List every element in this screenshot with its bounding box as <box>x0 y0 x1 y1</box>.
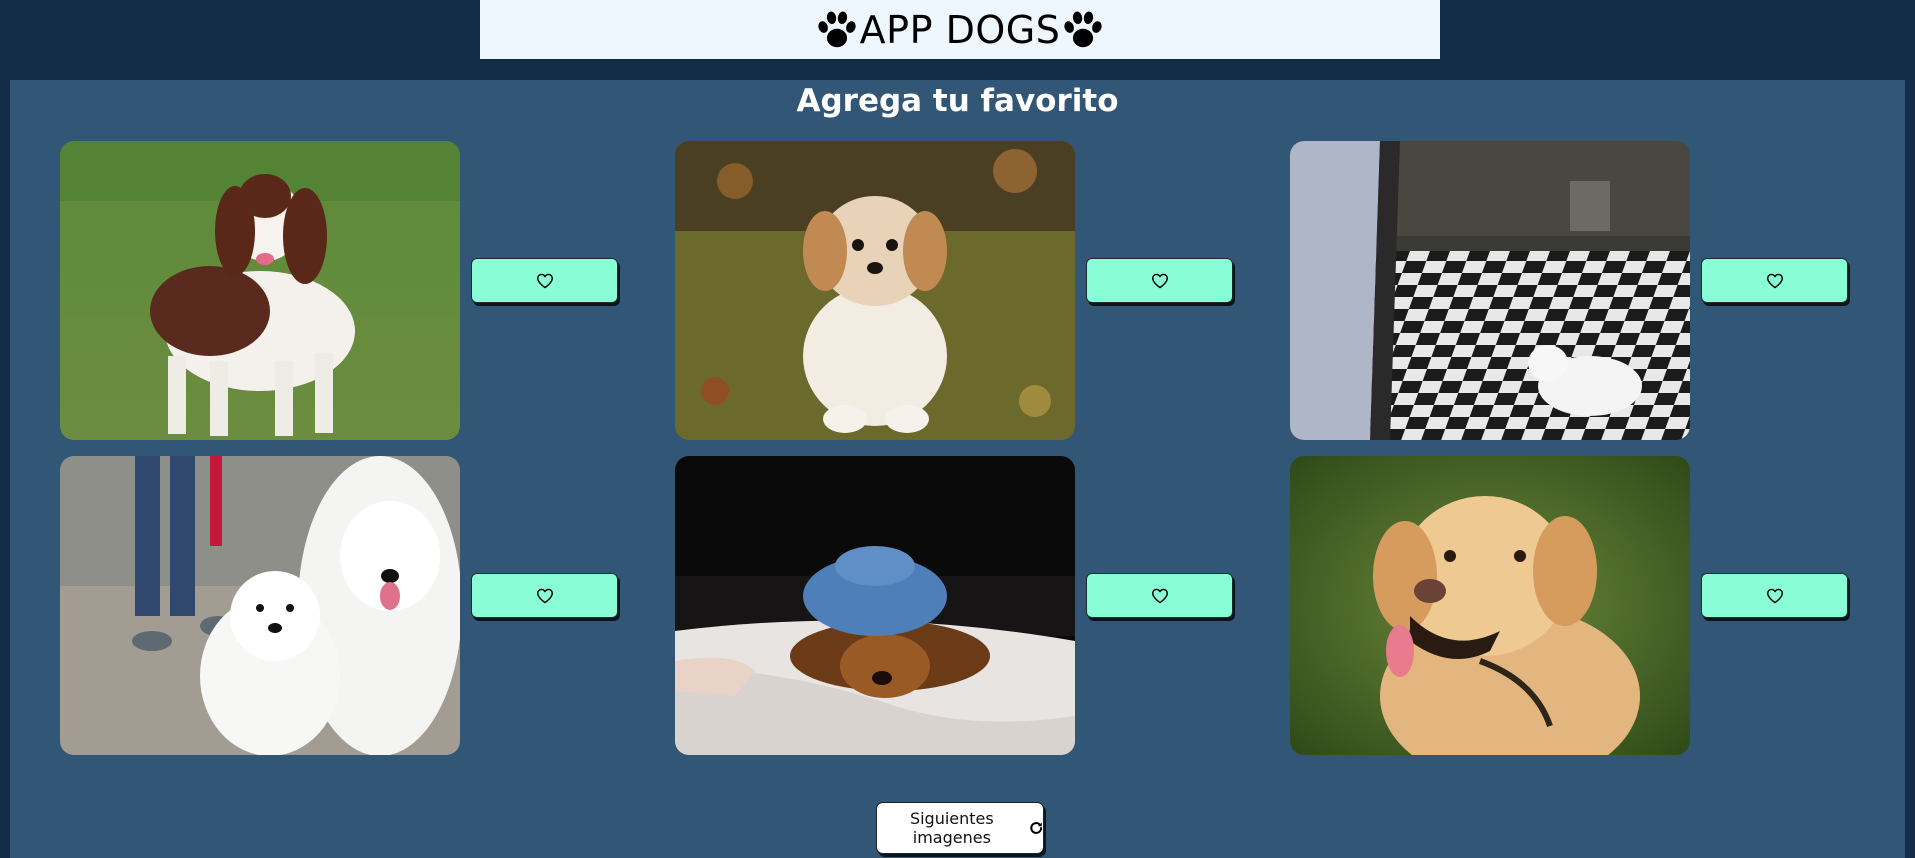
next-images-button[interactable]: Siguientes imagenes <box>876 802 1044 854</box>
heart-icon <box>536 273 554 289</box>
app-header: APP DOGS <box>480 0 1440 59</box>
app-title: APP DOGS <box>816 7 1105 52</box>
dog-image-samoyeds <box>60 456 460 755</box>
next-images-label: Siguientes imagenes <box>909 809 994 847</box>
heart-icon <box>1766 588 1784 604</box>
heart-icon <box>1151 273 1169 289</box>
favorite-button[interactable] <box>1086 258 1233 303</box>
dog-image-dog-in-hat <box>675 456 1075 755</box>
dog-image-spaniel <box>60 141 460 440</box>
dog-image-checkered-floor <box>1290 141 1690 440</box>
dog-image-golden-retriever <box>1290 456 1690 755</box>
favorite-button[interactable] <box>1701 258 1848 303</box>
app-title-text: APP DOGS <box>859 7 1061 52</box>
main-panel: Agrega tu favorito Siguientes imagenes <box>10 80 1905 858</box>
section-title: Agrega tu favorito <box>796 83 1119 119</box>
favorite-button[interactable] <box>471 258 618 303</box>
favorite-button[interactable] <box>471 573 618 618</box>
dog-image-puppy <box>675 141 1075 440</box>
heart-icon <box>536 588 554 604</box>
favorite-button[interactable] <box>1086 573 1233 618</box>
paw-icon <box>816 11 858 49</box>
heart-icon <box>1151 588 1169 604</box>
favorite-button[interactable] <box>1701 573 1848 618</box>
paw-icon <box>1062 11 1104 49</box>
refresh-icon <box>1029 822 1042 834</box>
heart-icon <box>1766 273 1784 289</box>
